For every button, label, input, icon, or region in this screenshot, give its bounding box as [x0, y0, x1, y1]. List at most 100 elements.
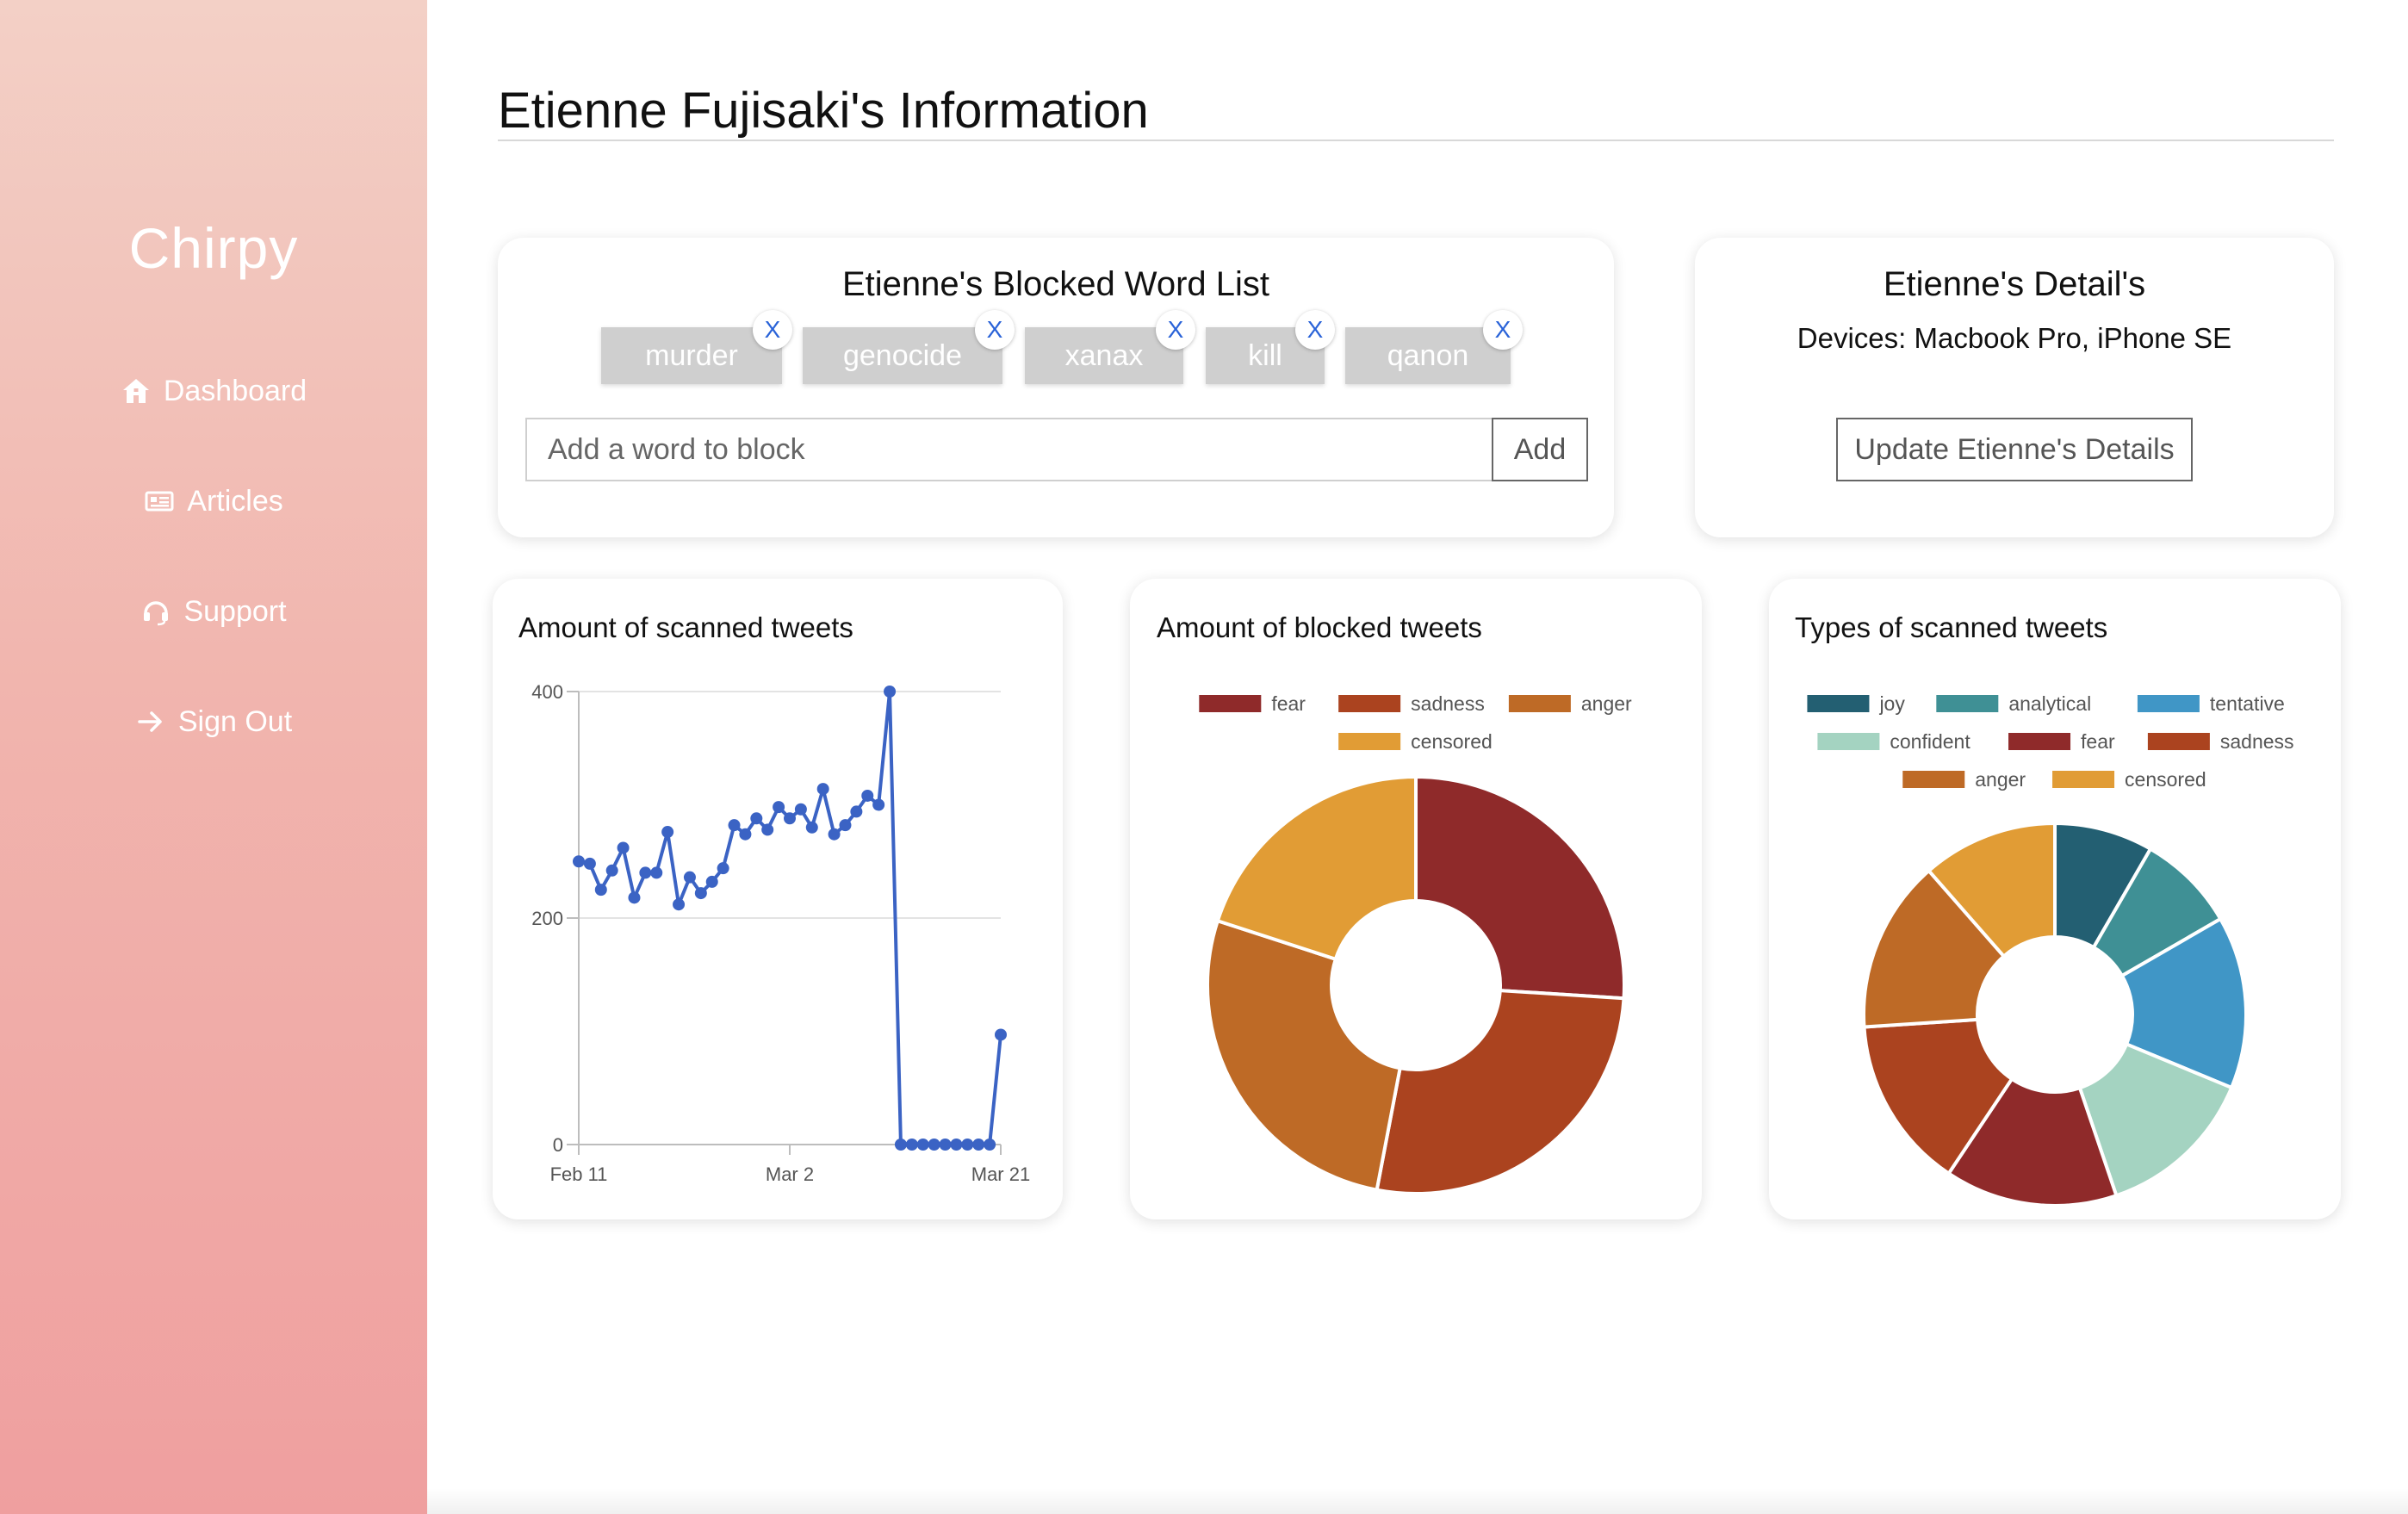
- remove-word-button[interactable]: X: [1295, 310, 1335, 350]
- data-point: [617, 841, 630, 854]
- headset-icon: [140, 596, 171, 627]
- remove-word-button[interactable]: X: [753, 310, 792, 350]
- legend-swatch: [1338, 733, 1401, 750]
- legend-swatch: [2008, 733, 2071, 750]
- donut-slice: [1375, 989, 1626, 1195]
- donut-slice: [1215, 774, 1418, 962]
- blocked-word-chip: genocide: [803, 327, 1002, 384]
- y-tick-label: 0: [553, 1134, 563, 1156]
- data-point: [861, 789, 874, 802]
- legend-label: analytical: [2008, 692, 2091, 715]
- data-point: [995, 1028, 1007, 1041]
- page-title: Etienne Fujisaki's Information: [498, 83, 1149, 139]
- data-point: [894, 1139, 907, 1151]
- sidebar-item-label: Support: [183, 594, 287, 628]
- add-word-button[interactable]: Add: [1492, 418, 1588, 481]
- data-point: [984, 1139, 996, 1151]
- data-point: [594, 884, 607, 897]
- data-point: [773, 801, 785, 814]
- chip-label: kill: [1248, 338, 1282, 372]
- sidebar-item-label: Sign Out: [177, 704, 293, 738]
- legend-swatch: [2137, 695, 2200, 712]
- legend-swatch: [1936, 695, 1999, 712]
- x-tick-label: Mar 21: [971, 1163, 1030, 1185]
- sidebar: Chirpy Dashboard Articles Support Sign O…: [0, 0, 427, 1514]
- sidebar-item-dashboard[interactable]: Dashboard: [0, 365, 427, 417]
- types-tweets-donut-chart: joy analytical tentative confident fear sadne…: [1807, 692, 2294, 1206]
- chip-label: qanon: [1387, 338, 1469, 372]
- data-point: [794, 803, 807, 816]
- y-tick-label: 200: [531, 908, 563, 929]
- remove-word-button[interactable]: X: [1483, 310, 1523, 350]
- legend-swatch: [1902, 771, 1965, 788]
- legend-swatch: [1817, 733, 1880, 750]
- title-divider: [498, 140, 2334, 141]
- data-point: [928, 1139, 940, 1151]
- data-point: [728, 819, 741, 832]
- sidebar-item-label: Articles: [187, 484, 283, 518]
- close-icon: X: [1306, 316, 1324, 343]
- data-point: [850, 805, 863, 818]
- legend-label: anger: [1975, 768, 2026, 791]
- legend-label: censored: [1411, 730, 1493, 753]
- blocked-tweets-donut-chart: fear sadness anger censored: [1199, 692, 1632, 1195]
- devices-text: Devices: Macbook Pro, iPhone SE: [1797, 322, 2232, 354]
- donut-slice: [1414, 774, 1626, 1001]
- x-tick-label: Feb 11: [550, 1163, 608, 1185]
- home-icon: [121, 375, 152, 406]
- data-point: [683, 871, 696, 884]
- sidebar-item-sign-out[interactable]: Sign Out: [0, 696, 427, 748]
- chart-title: Amount of blocked tweets: [1157, 611, 1482, 643]
- sidebar-item-articles[interactable]: Articles: [0, 475, 427, 527]
- chip-label: xanax: [1064, 338, 1144, 372]
- legend-label: sadness: [2220, 730, 2294, 753]
- scanned-tweets-line-chart: 0 200 400 Feb 11 Mar 2 Mar 21: [531, 681, 1030, 1185]
- x-tick-label: Mar 2: [766, 1163, 814, 1185]
- close-icon: X: [1494, 316, 1511, 343]
- sidebar-item-support[interactable]: Support: [0, 586, 427, 637]
- close-icon: X: [1167, 316, 1184, 343]
- legend-swatch: [1807, 695, 1870, 712]
- data-point: [739, 828, 752, 841]
- data-point: [605, 864, 618, 877]
- add-word-input[interactable]: [525, 418, 1492, 481]
- blocked-word-title: Etienne's Blocked Word List: [841, 265, 1270, 303]
- data-point: [639, 866, 652, 879]
- data-point: [661, 826, 674, 839]
- legend-swatch: [1508, 695, 1571, 712]
- sidebar-item-label: Dashboard: [163, 374, 307, 407]
- data-point: [583, 857, 596, 870]
- donut-slice: [1206, 918, 1402, 1193]
- data-point: [628, 891, 641, 904]
- data-point: [761, 823, 774, 836]
- data-point: [961, 1139, 974, 1151]
- legend-label: censored: [2125, 768, 2206, 791]
- data-point: [705, 875, 718, 888]
- chip-label: genocide: [842, 338, 962, 372]
- brand-logo[interactable]: Chirpy: [0, 215, 427, 281]
- remove-word-button[interactable]: X: [1156, 310, 1195, 350]
- data-point: [905, 1139, 918, 1151]
- chip-label: murder: [645, 338, 738, 372]
- legend-label: fear: [1271, 692, 1306, 715]
- details-title: Etienne's Detail's: [1883, 265, 2146, 303]
- arrow-right-icon: [135, 706, 166, 737]
- data-point: [750, 812, 763, 825]
- data-point: [972, 1139, 985, 1151]
- data-point: [673, 898, 686, 911]
- data-point: [916, 1139, 929, 1151]
- data-point: [950, 1139, 963, 1151]
- legend-swatch: [2147, 733, 2210, 750]
- legend-swatch: [2052, 771, 2115, 788]
- data-point: [884, 686, 897, 698]
- legend-label: confident: [1890, 730, 1970, 753]
- data-point: [939, 1139, 952, 1151]
- legend-label: tentative: [2210, 692, 2285, 715]
- chart-title: Amount of scanned tweets: [518, 611, 853, 643]
- legend-label: anger: [1581, 692, 1632, 715]
- chart-title: Types of scanned tweets: [1795, 611, 2108, 643]
- update-details-button[interactable]: Update Etienne's Details: [1836, 418, 2193, 481]
- data-point: [839, 819, 852, 832]
- remove-word-button[interactable]: X: [975, 310, 1015, 350]
- legend-label: fear: [2081, 730, 2115, 753]
